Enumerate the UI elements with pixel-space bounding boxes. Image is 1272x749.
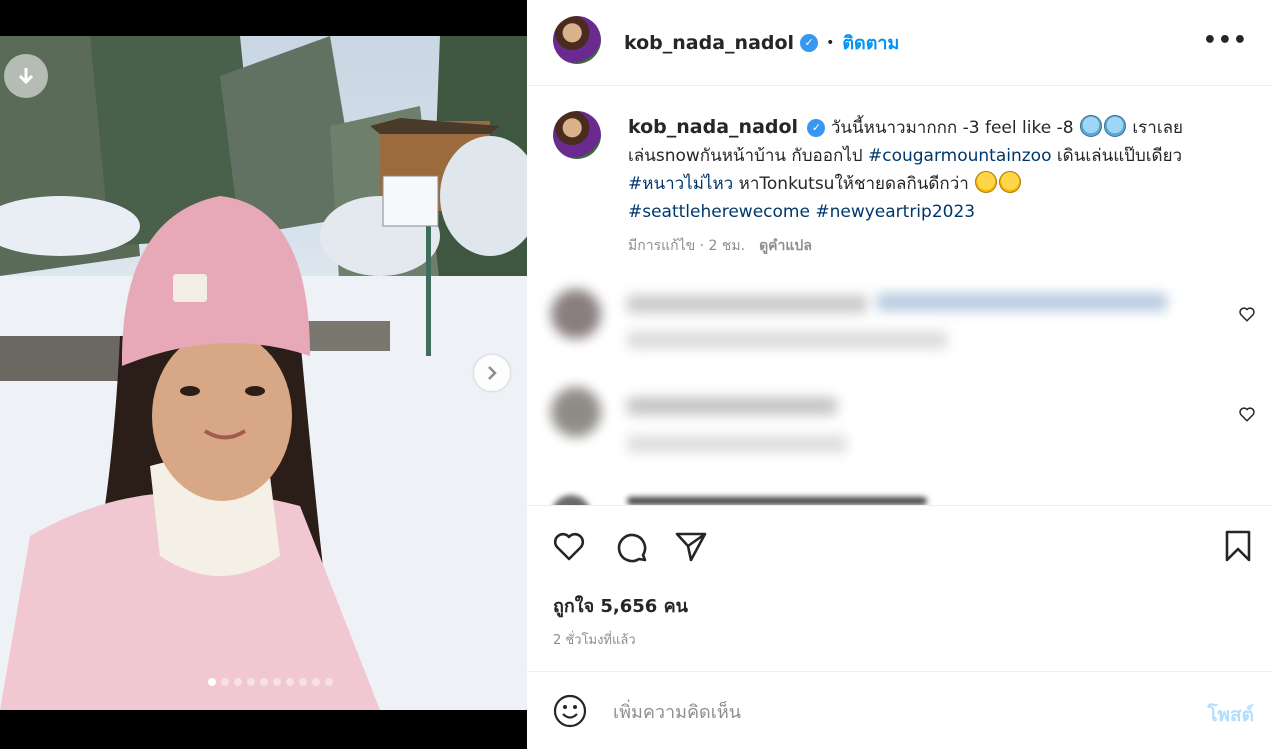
comment-bubble-icon[interactable] (613, 528, 649, 564)
emoji-picker-icon[interactable] (553, 694, 587, 728)
carousel-dot (273, 678, 281, 686)
comments-area: kob_nada_nadol ✓ วันนี้หนาวมากกก -3 feel… (527, 87, 1272, 505)
caption-avatar[interactable] (553, 111, 601, 159)
avatar[interactable] (553, 16, 601, 64)
like-heart-icon[interactable] (551, 528, 587, 564)
comment-row-partial (537, 487, 1177, 505)
post-time[interactable]: 2 ชั่วโมงที่แล้ว (553, 629, 636, 650)
like-comment-heart-icon[interactable] (1238, 405, 1256, 423)
carousel-dot (221, 678, 229, 686)
comment-row-blurred (537, 377, 1177, 467)
caption-text-3: เดินเล่นแป๊บเดียว (1056, 146, 1183, 166)
header-username[interactable]: kob_nada_nadol (624, 32, 794, 54)
carousel-dot (234, 678, 242, 686)
carousel-dot (247, 678, 255, 686)
hashtag-link[interactable]: #หนาวไม่ไหว (628, 174, 733, 194)
likes-count[interactable]: ถูกใจ 5,656 คน (553, 591, 688, 620)
post-actions: ถูกใจ 5,656 คน 2 ชั่วโมงที่แล้ว (527, 505, 1272, 672)
hashtag-link[interactable]: #seattleherewecome (628, 202, 810, 222)
separator-dot: • (826, 34, 835, 51)
carousel-dot (325, 678, 333, 686)
post-comment-button[interactable]: โพสต์ (1207, 700, 1254, 730)
yum-face-emoji-icon (999, 171, 1022, 193)
download-button[interactable] (4, 54, 48, 98)
comment-row-blurred (537, 281, 1177, 361)
carousel-dot (208, 678, 216, 686)
add-comment-bar: โพสต์ (527, 671, 1272, 749)
save-bookmark-icon[interactable] (1220, 528, 1256, 564)
hashtag-link[interactable]: #newyeartrip2023 (815, 202, 975, 222)
hashtag-link[interactable]: #cougarmountainzoo (868, 146, 1051, 166)
arrow-down-icon (18, 68, 34, 85)
post-photo[interactable] (0, 36, 527, 710)
caption-meta: มีการแก้ไข · 2 ชม. ดูคำแปล (628, 235, 812, 257)
carousel-dot (312, 678, 320, 686)
carousel-dot (260, 678, 268, 686)
yum-face-emoji-icon (975, 171, 998, 193)
post-media (0, 0, 527, 749)
carousel-indicator (0, 678, 527, 686)
share-send-icon[interactable] (673, 528, 709, 564)
cold-face-emoji-icon (1103, 115, 1126, 137)
see-translation-link[interactable]: ดูคำแปล (759, 235, 812, 257)
follow-button[interactable]: ติดตาม (842, 28, 899, 57)
caption-text-4: หาTonkutsuให้ชายดลกินดีกว่า (738, 174, 969, 194)
edited-time: มีการแก้ไข · 2 ชม. (628, 238, 746, 254)
post-caption: kob_nada_nadol ✓ วันนี้หนาวมากกก -3 feel… (628, 113, 1238, 226)
more-options-icon[interactable]: ••• (1203, 28, 1248, 53)
post-header: kob_nada_nadol ✓ • ติดตาม ••• (527, 0, 1272, 86)
post-details-panel: kob_nada_nadol ✓ • ติดตาม ••• kob_nada_n… (527, 0, 1272, 749)
cold-face-emoji-icon (1079, 115, 1102, 137)
chevron-right-icon (488, 366, 497, 380)
caption-text-1: วันนี้หนาวมากกก -3 feel like -8 (830, 118, 1074, 138)
photo-illustration (0, 36, 527, 710)
carousel-dot (286, 678, 294, 686)
caption-username[interactable]: kob_nada_nadol (628, 116, 798, 138)
verified-badge-icon: ✓ (807, 119, 826, 137)
carousel-dot (299, 678, 307, 686)
verified-badge-icon: ✓ (800, 33, 819, 52)
comment-input[interactable] (613, 694, 1173, 730)
like-comment-heart-icon[interactable] (1238, 305, 1256, 323)
carousel-next-button[interactable] (474, 355, 510, 391)
